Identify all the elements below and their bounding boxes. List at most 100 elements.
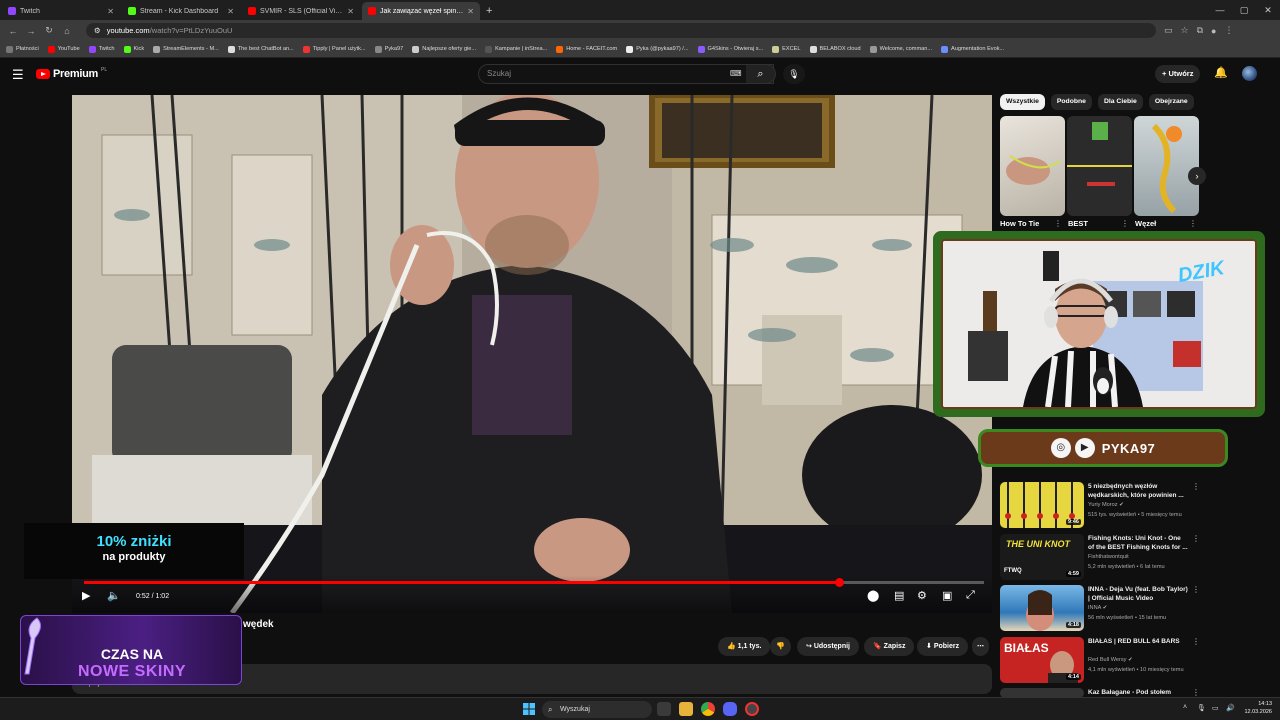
more-options-icon[interactable]: ⋮ bbox=[1054, 219, 1062, 228]
autoplay-toggle-icon[interactable]: ⬤ bbox=[867, 589, 879, 602]
close-icon[interactable]: ✕ bbox=[467, 7, 474, 16]
more-options-icon[interactable]: ⋮ bbox=[1192, 534, 1200, 543]
more-actions-button[interactable]: ⋯ bbox=[972, 637, 989, 656]
tab-youtube-active[interactable]: Jak zawiązać węzeł spiningowy ✕ bbox=[362, 2, 480, 20]
bookmark-item[interactable]: Welcome, comman... bbox=[869, 45, 932, 53]
new-tab-button[interactable]: + bbox=[486, 2, 492, 20]
bookmark-item[interactable]: BELABOX cloud bbox=[809, 45, 861, 53]
back-icon[interactable]: ← bbox=[8, 26, 18, 36]
minimize-icon[interactable]: — bbox=[1208, 0, 1232, 20]
tab-twitch[interactable]: Twitch ✕ bbox=[2, 2, 120, 20]
short-title[interactable]: How To Tie bbox=[1000, 219, 1039, 228]
bookmark-item[interactable]: Kampanie | inStrea... bbox=[485, 45, 547, 53]
close-icon[interactable]: ✕ bbox=[227, 7, 234, 16]
list-item[interactable]: 4:18 INNA - Deja Vu (feat. Bob Taylor) |… bbox=[1000, 585, 1200, 633]
bookmark-item[interactable]: Tipply | Panel użytk... bbox=[302, 45, 366, 53]
voice-search-button[interactable]: 🎙 bbox=[783, 64, 805, 84]
bookmark-item[interactable]: StreamElements - M... bbox=[153, 45, 219, 53]
windows-start-icon[interactable] bbox=[523, 703, 535, 715]
close-icon[interactable]: ✕ bbox=[107, 7, 114, 16]
volume-tray-icon[interactable]: 🔊 bbox=[1226, 704, 1235, 712]
chip-for-you[interactable]: Dla Ciebie bbox=[1097, 94, 1143, 110]
bookmark-item[interactable]: Płatności bbox=[6, 45, 39, 53]
create-button[interactable]: + Utwórz bbox=[1155, 65, 1201, 83]
bookmark-item[interactable]: The best ChatBot an... bbox=[227, 45, 294, 53]
menu-hamburger-icon[interactable]: ☰ bbox=[12, 67, 24, 83]
file-explorer-icon[interactable] bbox=[679, 702, 693, 716]
task-view-icon[interactable] bbox=[657, 702, 671, 716]
chrome-icon[interactable] bbox=[701, 702, 715, 716]
network-icon[interactable]: ▭ bbox=[1212, 704, 1219, 712]
video-thumbnail: 9:46 bbox=[1000, 482, 1084, 528]
reload-icon[interactable]: ↻ bbox=[44, 25, 54, 36]
bookmark-item[interactable]: Pyka (@pykaa97) /... bbox=[626, 45, 689, 53]
tab-youtube-svmir[interactable]: SVMIR - SLS (Official Video) - Y ✕ bbox=[242, 2, 360, 20]
bookmark-item[interactable]: G4Skins - Otwieraj s... bbox=[697, 45, 763, 53]
site-info-icon[interactable]: ⚙ bbox=[94, 26, 101, 35]
like-button[interactable]: 👍 1,1 tys. bbox=[718, 637, 771, 656]
bookmark-item[interactable]: Augmentation Evok... bbox=[941, 45, 1004, 53]
tray-chevron-icon[interactable]: ˄ bbox=[1183, 704, 1187, 711]
more-options-icon[interactable]: ⋮ bbox=[1192, 482, 1200, 491]
progress-bar[interactable] bbox=[84, 578, 984, 587]
more-options-icon[interactable]: ⋮ bbox=[1192, 637, 1200, 646]
download-button[interactable]: ⬇ Pobierz bbox=[917, 637, 969, 656]
menu-icon[interactable]: ⋮ bbox=[1224, 25, 1233, 36]
dislike-button[interactable]: 👎 bbox=[770, 637, 791, 656]
short-thumbnail[interactable] bbox=[1134, 116, 1199, 216]
list-item[interactable]: THE UNI KNOT FTWQ 4:59 Fishing Knots: Un… bbox=[1000, 534, 1200, 582]
fullscreen-icon[interactable]: ⤢ bbox=[966, 589, 975, 602]
bookmark-item[interactable]: Twitch bbox=[88, 45, 115, 53]
list-item[interactable]: 9:46 5 niezbędnych węzłów wędkarskich, k… bbox=[1000, 482, 1200, 530]
home-icon[interactable]: ⌂ bbox=[62, 26, 72, 36]
share-button[interactable]: ↪ Udostępnij bbox=[797, 637, 859, 656]
url-input[interactable]: ⚙ youtube.com/watch?v=PtLDzYuuOuU bbox=[86, 23, 1156, 38]
save-button[interactable]: 🔖 Zapisz bbox=[864, 637, 915, 656]
youtube-logo[interactable]: Premium PL bbox=[36, 67, 107, 80]
more-options-icon[interactable]: ⋮ bbox=[1189, 219, 1197, 228]
more-options-icon[interactable]: ⋮ bbox=[1192, 688, 1200, 697]
chip-related[interactable]: Podobne bbox=[1050, 94, 1092, 110]
chevron-right-icon[interactable]: › bbox=[1188, 167, 1206, 185]
settings-gear-icon[interactable]: ⚙ bbox=[917, 589, 927, 602]
obs-icon[interactable] bbox=[745, 702, 759, 716]
bookmark-item[interactable]: Kick bbox=[123, 45, 144, 53]
forward-icon[interactable]: → bbox=[26, 26, 36, 36]
more-options-icon[interactable]: ⋮ bbox=[1192, 585, 1200, 594]
maximize-icon[interactable]: ▢ bbox=[1232, 0, 1256, 20]
bookmark-item[interactable]: YouTube bbox=[47, 45, 80, 53]
search-button[interactable]: ⌕ bbox=[746, 64, 776, 84]
clock[interactable]: 14:13 12.03.2026 bbox=[1244, 700, 1272, 716]
short-title[interactable]: Węzeł bbox=[1135, 219, 1156, 228]
short-thumbnail[interactable] bbox=[1067, 116, 1132, 216]
bookmark-item[interactable]: EXCEL bbox=[772, 45, 801, 53]
profile-icon[interactable]: ● bbox=[1211, 26, 1216, 36]
chip-all[interactable]: Wszystkie bbox=[1000, 94, 1045, 110]
bookmark-star-icon[interactable]: ☆ bbox=[1181, 25, 1189, 36]
mic-tray-icon[interactable]: 🎙 bbox=[1197, 704, 1206, 712]
taskbar-search[interactable]: ⌕ Wyszukaj bbox=[542, 701, 652, 718]
more-options-icon[interactable]: ⋮ bbox=[1121, 219, 1129, 228]
cast-icon[interactable]: ▭ bbox=[1164, 25, 1173, 36]
close-window-icon[interactable]: ✕ bbox=[1256, 0, 1280, 20]
list-item[interactable]: BIAŁAS 4:14 BIAŁAS | RED BULL 64 BARS Re… bbox=[1000, 637, 1200, 685]
short-thumbnail[interactable] bbox=[1000, 116, 1065, 216]
keyboard-icon[interactable]: ⌨ bbox=[730, 69, 742, 78]
bookmark-item[interactable]: Najlepsze oferty gie... bbox=[412, 45, 476, 53]
subtitles-icon[interactable]: ▤ bbox=[894, 589, 904, 602]
miniplayer-icon[interactable]: ▣ bbox=[942, 589, 952, 602]
play-icon[interactable]: ▶ bbox=[82, 589, 90, 602]
screen: Twitch ✕ Stream - Kick Dashboard ✕ SVMIR -… bbox=[0, 0, 1280, 720]
tab-kick[interactable]: Stream - Kick Dashboard ✕ bbox=[122, 2, 240, 20]
chip-watched[interactable]: Obejrzane bbox=[1148, 94, 1194, 110]
bookmark-item[interactable]: Pyka97 bbox=[374, 45, 403, 53]
notifications-bell-icon[interactable]: 🔔 bbox=[1214, 66, 1228, 79]
volume-icon[interactable]: 🔈 bbox=[107, 589, 121, 602]
avatar[interactable] bbox=[1242, 66, 1257, 81]
bookmark-item[interactable]: Home - FACEIT.com bbox=[556, 45, 617, 53]
progress-scrubber[interactable] bbox=[834, 578, 844, 587]
close-icon[interactable]: ✕ bbox=[347, 7, 354, 16]
extensions-icon[interactable]: ⧉ bbox=[1197, 25, 1203, 36]
discord-icon[interactable] bbox=[723, 702, 737, 716]
short-title[interactable]: BEST bbox=[1068, 219, 1088, 228]
